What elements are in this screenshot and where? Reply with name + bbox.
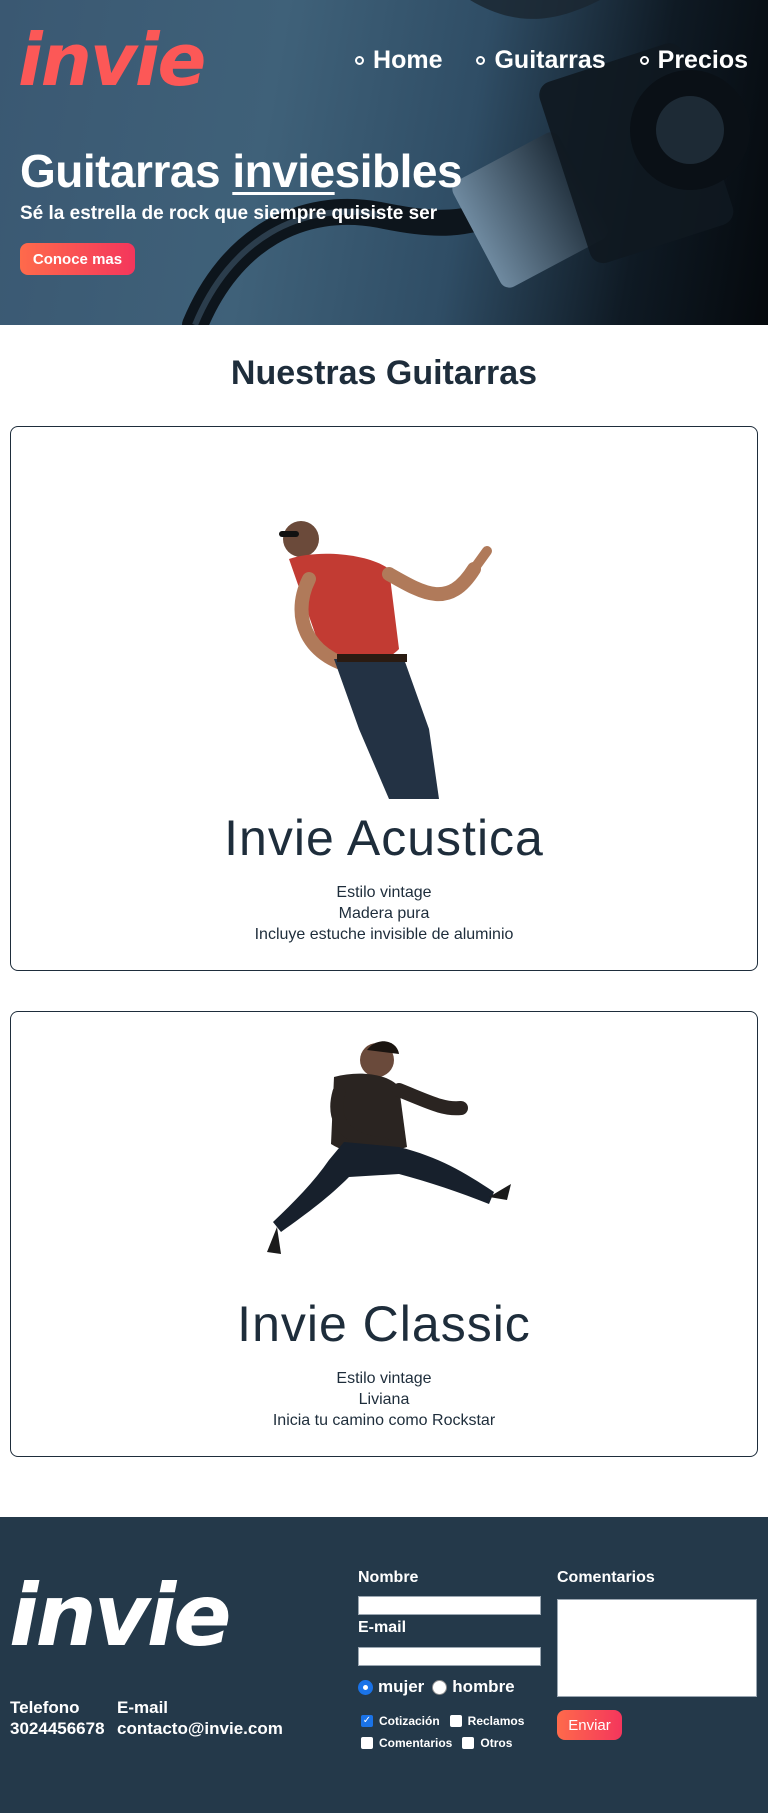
checkbox-label: Otros — [480, 1736, 513, 1750]
email-contact: E-mail contacto@invie.com — [117, 1697, 283, 1739]
feature-item: Liviana — [358, 1391, 410, 1408]
footer: invie Telefono 3024456678 E-mail contact… — [0, 1517, 768, 1813]
checkbox-reclamos[interactable] — [449, 1715, 462, 1727]
checkbox-cotizacion[interactable]: ✓ — [361, 1715, 373, 1727]
phone-number: 3024456678 — [10, 1719, 105, 1738]
hero-header: invie Home Guitarras Precios Guitarras i… — [0, 0, 768, 325]
product-name: Invie Classic — [237, 1296, 531, 1352]
bullet-icon — [355, 56, 365, 65]
enviar-button[interactable]: Enviar — [557, 1710, 622, 1740]
rockstar-photo — [279, 521, 492, 799]
nav-label: Guitarras — [494, 46, 606, 74]
nav-label: Precios — [657, 46, 748, 74]
feature-item: Estilo vintage — [336, 884, 432, 901]
conoce-mas-button[interactable]: Conoce mas — [20, 243, 135, 275]
radio-mujer[interactable] — [358, 1679, 373, 1695]
product-card-acustica: Invie Acustica Estilo vintage Madera pur… — [10, 426, 758, 971]
name-label: Nombre — [358, 1569, 419, 1586]
product-card-classic: Invie Classic Estilo vintage Liviana Ini… — [10, 1011, 758, 1457]
phone-label: Telefono — [10, 1698, 80, 1717]
nav-item-home[interactable]: Home — [355, 46, 442, 75]
phone-contact: Telefono 3024456678 — [10, 1697, 105, 1739]
comments-textarea[interactable] — [557, 1599, 757, 1697]
feature-item: Madera pura — [338, 905, 430, 922]
hero-title-start: Guitarras — [20, 145, 233, 197]
email-address[interactable]: contacto@invie.com — [117, 1718, 283, 1739]
hero-title-end: sibles — [334, 145, 463, 197]
comments-label: Comentarios — [557, 1569, 655, 1586]
feature-item: Estilo vintage — [336, 1370, 432, 1387]
section-title: Nuestras Guitarras — [230, 354, 538, 392]
checkbox-row: ✓ Cotización Reclamos — [361, 1714, 534, 1728]
product-features: Estilo vintage Madera pura Incluye estuc… — [11, 882, 757, 945]
checkbox-label: Reclamos — [467, 1714, 525, 1728]
bullet-icon — [639, 56, 649, 65]
nav-label: Home — [373, 46, 443, 74]
email-field-label: E-mail — [358, 1619, 407, 1636]
checkbox-row: Comentarios Otros — [361, 1736, 522, 1750]
hero-subtitle: Sé la estrella de rock que siempre quisi… — [20, 203, 438, 224]
radio-label: hombre — [452, 1677, 515, 1696]
checkbox-otros[interactable] — [462, 1737, 475, 1749]
checkbox-label: Cotización — [379, 1714, 440, 1728]
feature-item: Incluye estuche invisible de aluminio — [254, 926, 514, 943]
gender-radio-group: mujer hombre — [358, 1677, 515, 1697]
checkbox-comentarios[interactable] — [361, 1737, 373, 1749]
invie-logo[interactable]: invie — [18, 24, 206, 96]
hero-title-underlined: invie — [232, 145, 335, 197]
email-input[interactable] — [358, 1647, 541, 1666]
checkbox-label: Comentarios — [379, 1736, 453, 1750]
product-name: Invie Acustica — [224, 810, 544, 866]
product-features: Estilo vintage Liviana Inicia tu camino … — [11, 1368, 757, 1431]
radio-label: mujer — [378, 1677, 425, 1696]
footer-logo: invie — [9, 1566, 232, 1666]
email-label: E-mail — [117, 1698, 169, 1717]
main-nav: Home Guitarras Precios — [355, 46, 748, 75]
name-input[interactable] — [358, 1596, 541, 1615]
nav-item-precios[interactable]: Precios — [639, 46, 748, 75]
bullet-icon — [476, 56, 486, 65]
hero-title: Guitarras inviesibles — [20, 145, 463, 197]
radio-hombre[interactable] — [432, 1679, 448, 1695]
jumping-rockstar-photo — [267, 1041, 511, 1254]
nav-item-guitarras[interactable]: Guitarras — [476, 46, 606, 75]
feature-item: Inicia tu camino como Rockstar — [272, 1412, 496, 1429]
